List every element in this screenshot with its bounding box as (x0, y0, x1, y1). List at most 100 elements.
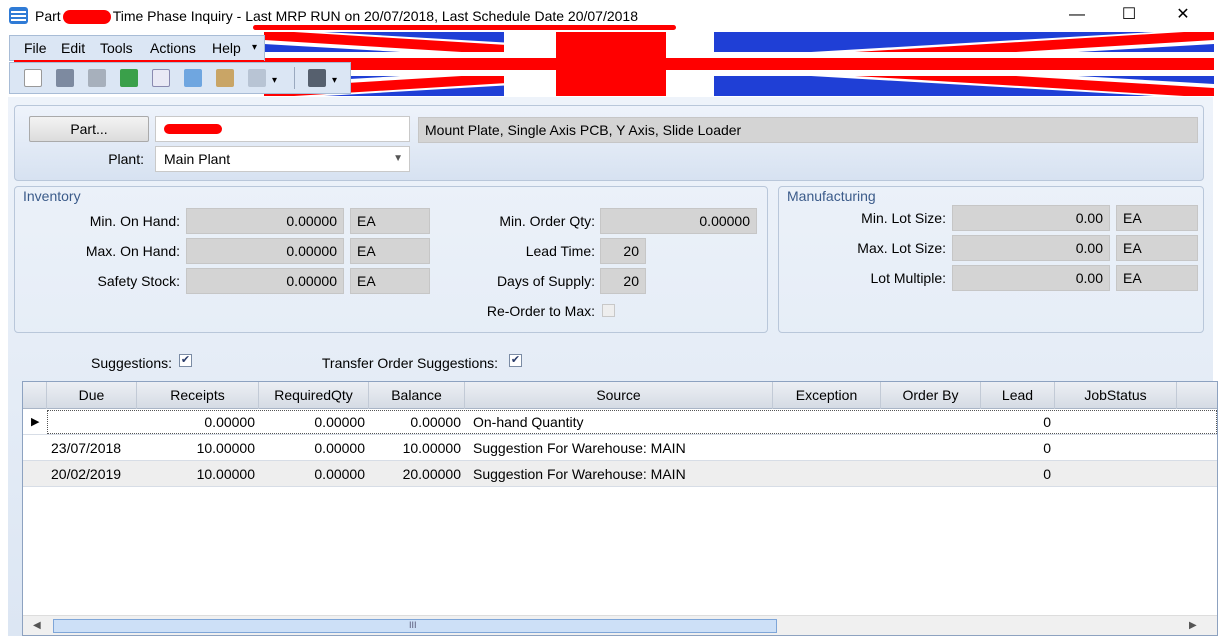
cell-order-by (881, 435, 981, 461)
cell-jobstatus (1055, 461, 1177, 487)
plant-label: Plant: (108, 151, 144, 167)
column-header-receipts[interactable]: Receipts (137, 382, 259, 409)
min-lot-size-uom: EA (1116, 205, 1198, 231)
cell-source: Suggestion For Warehouse: MAIN (473, 466, 686, 482)
window-title: Part Time Phase Inquiry - Last MRP RUN on… (35, 8, 639, 25)
max-lot-size-label: Max. Lot Size: (857, 240, 946, 256)
max-on-hand-uom: EA (350, 238, 430, 264)
table-row[interactable]: 20/02/2019 10.00000 0.00000 20.00000 Sug… (23, 461, 1217, 487)
lead-time-label: Lead Time: (525, 243, 595, 259)
column-header-order-by[interactable]: Order By (881, 382, 981, 409)
column-header-exception[interactable]: Exception (773, 382, 881, 409)
lead-time-field: 20 (600, 238, 646, 264)
menu-edit[interactable]: Edit (61, 40, 85, 56)
search-binoculars-icon[interactable] (308, 69, 326, 87)
safety-stock-label: Safety Stock: (97, 273, 180, 289)
scroll-left-icon[interactable]: ◀ (33, 620, 41, 631)
cell-jobstatus (1055, 409, 1177, 435)
menu-file[interactable]: File (24, 40, 47, 56)
cell-receipts: 0.00000 (204, 414, 255, 430)
min-lot-size-label: Min. Lot Size: (861, 210, 946, 226)
cell-source: On-hand Quantity (473, 414, 584, 430)
save-icon[interactable] (56, 69, 74, 87)
title-suffix: - Last MRP RUN on 20/07/2018, Last Sched… (232, 8, 639, 24)
scroll-thumb[interactable]: III (53, 619, 777, 633)
search-dropdown-icon[interactable]: ▾ (332, 75, 337, 86)
horizontal-scrollbar[interactable]: ◀ III ▶ (23, 615, 1217, 635)
maximize-button[interactable]: ☐ (1106, 0, 1152, 32)
refresh-icon[interactable] (120, 69, 138, 87)
clear-icon[interactable] (152, 69, 170, 87)
menu-tools[interactable]: Tools (100, 40, 133, 56)
toolbar-separator (294, 67, 295, 89)
cell-lead: 0 (1043, 414, 1051, 430)
min-lot-size-field: 0.00 (952, 205, 1110, 231)
cell-due: 20/02/2019 (51, 466, 122, 482)
attach-icon[interactable] (88, 69, 106, 87)
lot-multiple-uom: EA (1116, 265, 1198, 291)
menu-help[interactable]: Help (212, 40, 241, 56)
manufacturing-title: Manufacturing (787, 188, 876, 204)
paste-icon[interactable] (216, 69, 234, 87)
cell-receipts: 10.00000 (196, 440, 255, 456)
cell-lead: 0 (1043, 466, 1051, 482)
menu-actions[interactable]: Actions (150, 40, 196, 56)
time-phase-grid: Due Receipts RequiredQty Balance Source … (22, 381, 1218, 636)
title-prefix: Part (35, 8, 61, 24)
min-on-hand-uom: EA (350, 208, 430, 234)
table-row[interactable]: ▶ 0.00000 0.00000 0.00000 On-hand Quanti… (23, 409, 1217, 435)
table-row[interactable]: 23/07/2018 10.00000 0.00000 10.00000 Sug… (23, 435, 1217, 461)
transfer-suggestions-checkbox[interactable]: ✔ (509, 354, 522, 367)
safety-stock-field: 0.00000 (186, 268, 344, 294)
close-button[interactable]: ✕ (1160, 0, 1206, 32)
suggestions-checkbox[interactable]: ✔ (179, 354, 192, 367)
suggestions-label: Suggestions: (91, 355, 172, 371)
max-on-hand-label: Max. On Hand: (85, 243, 180, 259)
title-underline-mark (253, 25, 676, 30)
scroll-grip: III (409, 620, 417, 630)
redaction-mark (164, 124, 222, 134)
minimize-button[interactable]: — (1054, 0, 1100, 32)
column-header-requiredqty[interactable]: RequiredQty (259, 382, 369, 409)
lot-multiple-label: Lot Multiple: (870, 270, 946, 286)
cell-balance: 20.00000 (402, 466, 461, 482)
min-on-hand-label: Min. On Hand: (89, 213, 180, 229)
reorder-to-max-checkbox[interactable] (602, 304, 615, 317)
title-main: Time Phase Inquiry (112, 8, 233, 24)
cell-exception (773, 461, 881, 487)
part-number-field[interactable] (155, 116, 410, 142)
max-on-hand-field: 0.00000 (186, 238, 344, 264)
cell-exception (773, 409, 881, 435)
redaction-mark (62, 10, 111, 25)
undo-dropdown-icon[interactable]: ▾ (272, 75, 277, 86)
cell-balance: 0.00000 (410, 414, 461, 430)
row-selector-header (23, 382, 47, 409)
plant-select[interactable]: Main Plant ▼ (155, 146, 410, 172)
chevron-down-icon: ▼ (393, 153, 403, 164)
column-header-balance[interactable]: Balance (369, 382, 465, 409)
part-button[interactable]: Part... (29, 116, 149, 142)
cell-due: 23/07/2018 (51, 440, 122, 456)
part-description-field: Mount Plate, Single Axis PCB, Y Axis, Sl… (418, 117, 1198, 143)
plant-value: Main Plant (164, 151, 231, 167)
column-header-jobstatus[interactable]: JobStatus (1055, 382, 1177, 409)
toolbar: ▾ ▾ (9, 62, 351, 94)
scroll-right-icon[interactable]: ▶ (1189, 620, 1197, 631)
column-header-lead[interactable]: Lead (981, 382, 1055, 409)
cell-source: Suggestion For Warehouse: MAIN (473, 440, 686, 456)
days-of-supply-label: Days of Supply: (496, 273, 595, 289)
menu-overflow-icon[interactable]: ▾ (252, 42, 257, 53)
min-on-hand-field: 0.00000 (186, 208, 344, 234)
cell-exception (773, 435, 881, 461)
column-header-due[interactable]: Due (47, 382, 137, 409)
inventory-title: Inventory (23, 188, 81, 204)
cell-requiredqty: 0.00000 (314, 440, 365, 456)
max-lot-size-field: 0.00 (952, 235, 1110, 261)
safety-stock-uom: EA (350, 268, 430, 294)
copy-icon[interactable] (184, 69, 202, 87)
app-icon (9, 7, 28, 24)
cell-balance: 10.00000 (402, 440, 461, 456)
new-icon[interactable] (24, 69, 42, 87)
column-header-source[interactable]: Source (465, 382, 773, 409)
undo-icon[interactable] (248, 69, 266, 87)
